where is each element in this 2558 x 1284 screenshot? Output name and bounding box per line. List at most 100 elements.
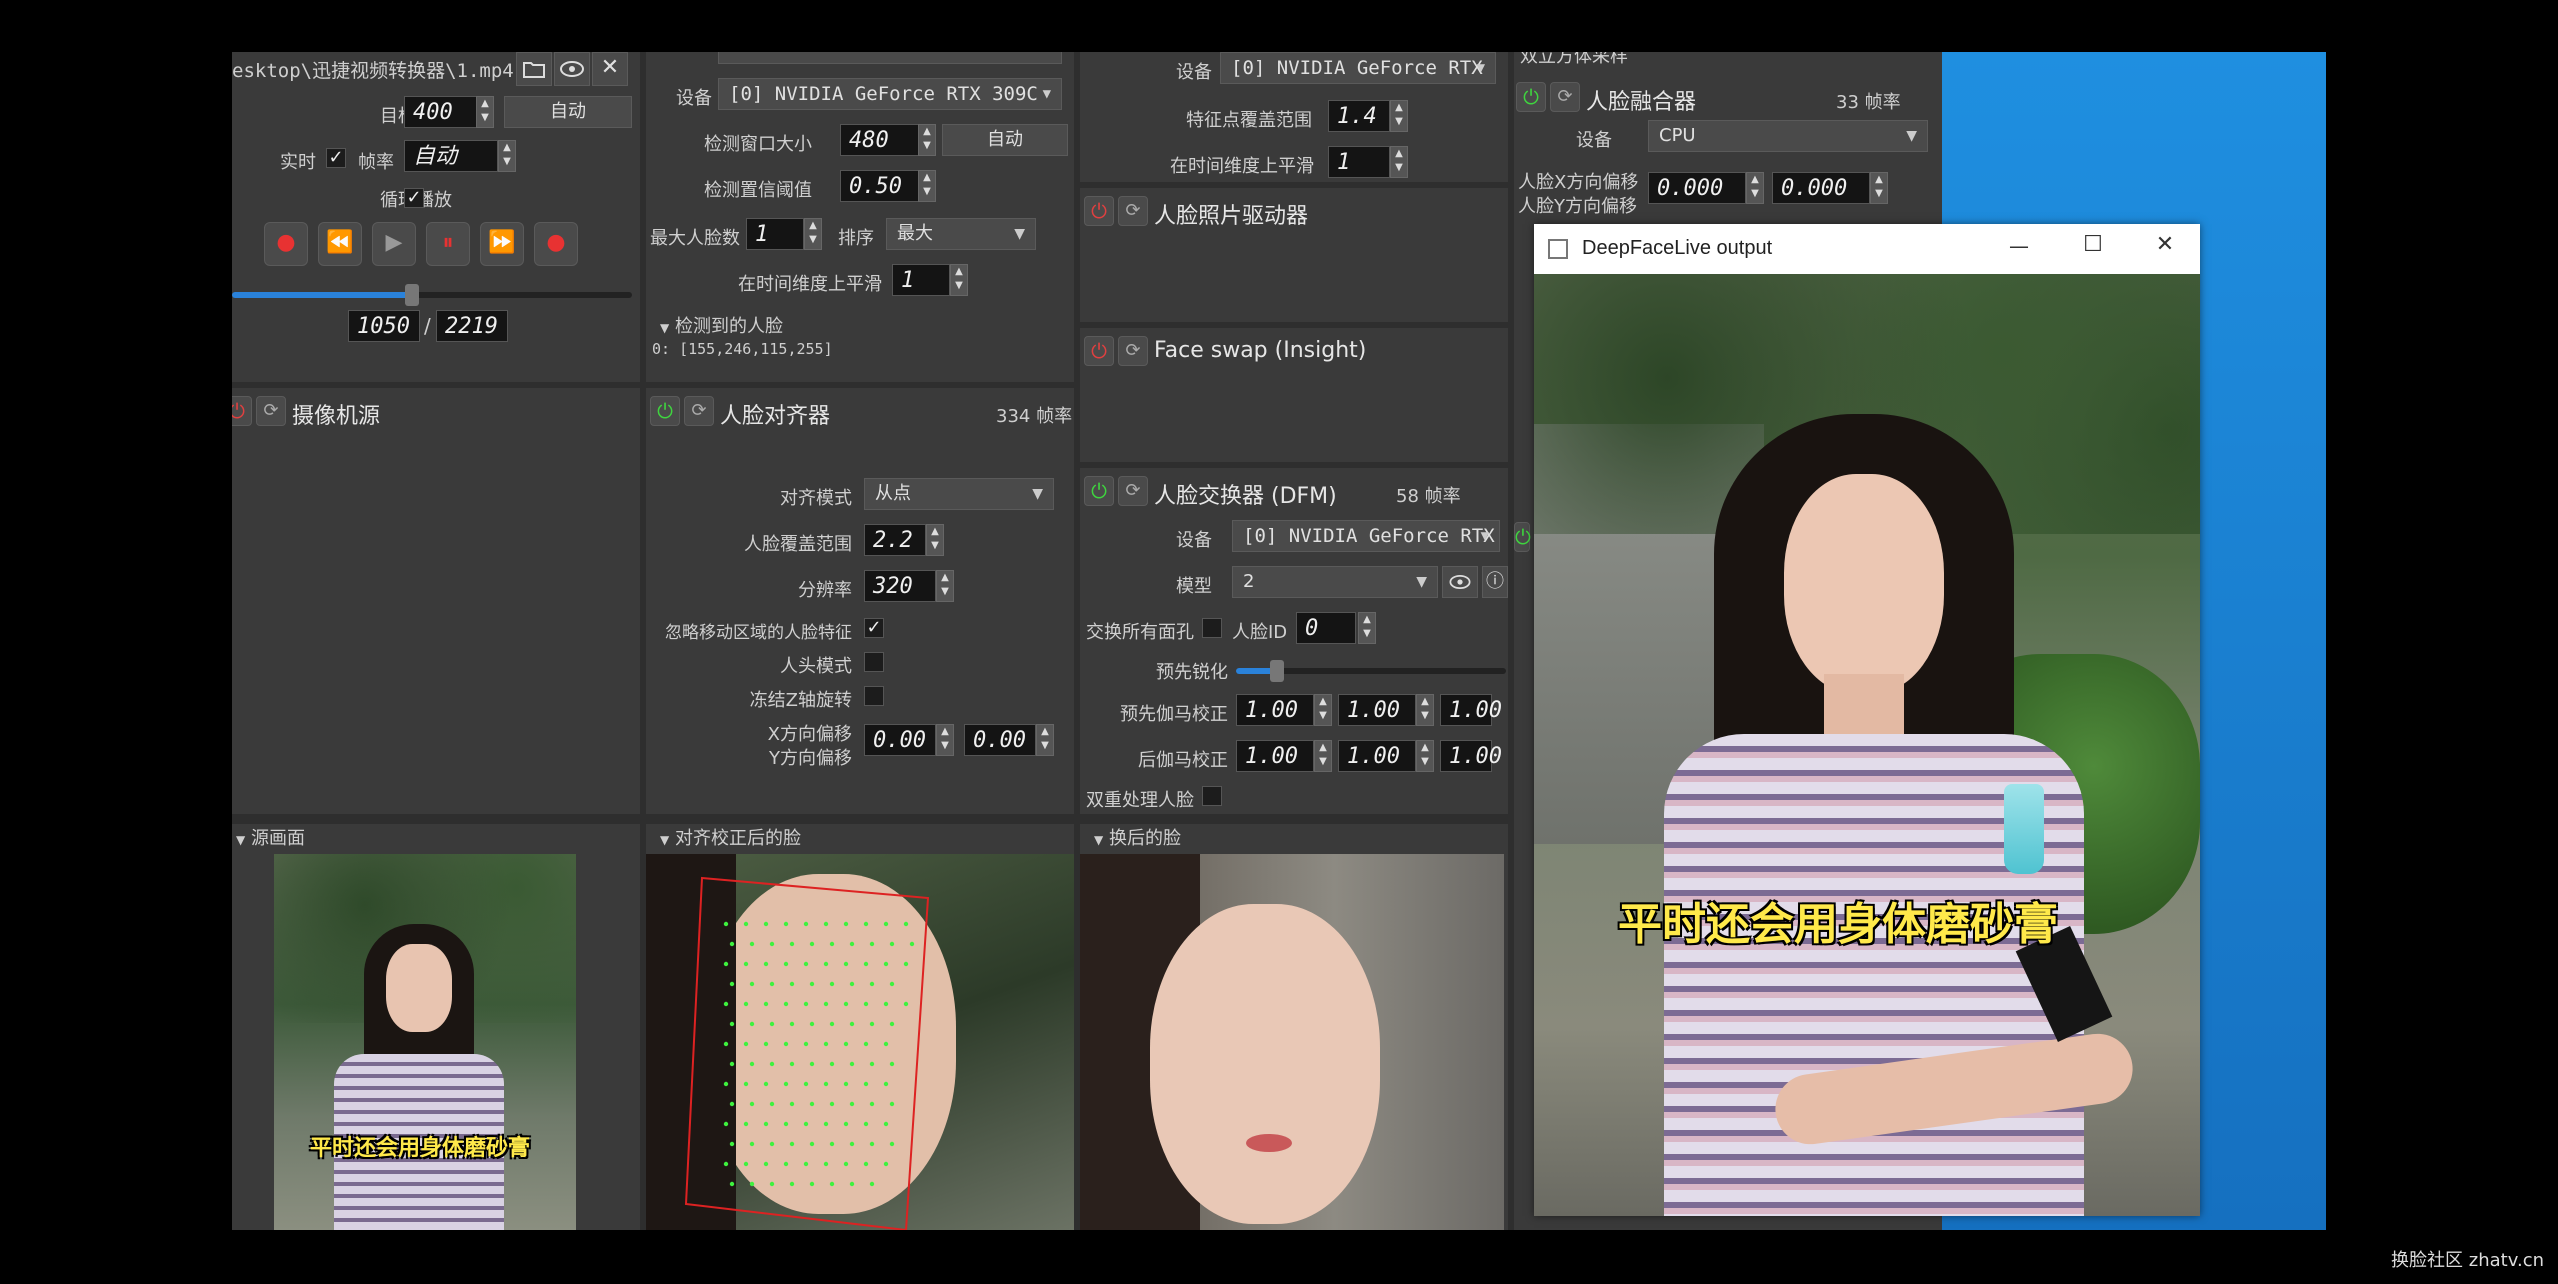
presharpen-label: 预先锐化 <box>1156 662 1228 683</box>
y-offset-input[interactable]: 0.00 <box>964 724 1036 756</box>
window-size-stepper[interactable]: ▲ ▼ <box>918 124 936 156</box>
resolution-input[interactable]: 320 <box>864 570 936 602</box>
head-mode-checkbox[interactable] <box>864 652 884 672</box>
play-button[interactable]: ▶ <box>372 222 416 266</box>
window-size-input[interactable]: 480 <box>840 124 920 156</box>
animator-reload-button[interactable]: ⟳ <box>1118 196 1148 226</box>
marker-coverage-stepper[interactable]: ▲ ▼ <box>1390 100 1408 132</box>
marker-smooth-input[interactable]: 1 <box>1328 146 1390 178</box>
maximize-button[interactable]: ☐ <box>2068 232 2118 257</box>
freeze-z-checkbox[interactable] <box>864 686 884 706</box>
minimize-button[interactable]: — <box>1994 234 2044 258</box>
playback-slider[interactable] <box>232 284 632 306</box>
two-pass-checkbox[interactable] <box>1202 786 1222 806</box>
coverage-input[interactable]: 2.2 <box>864 524 926 556</box>
next-node-power-button[interactable]: ⏻ <box>1514 522 1531 552</box>
presharpen-slider[interactable] <box>1236 660 1506 682</box>
dfm-reload-button[interactable]: ⟳ <box>1118 476 1148 506</box>
insight-reload-button[interactable]: ⟳ <box>1118 336 1148 366</box>
landmark-point <box>803 921 809 927</box>
max-faces-input[interactable]: 1 <box>746 218 804 250</box>
target-width-stepper[interactable]: ▲ ▼ <box>476 96 494 128</box>
merger-device-select[interactable]: CPU ▼ <box>1648 120 1928 152</box>
playback-handle[interactable] <box>405 284 419 306</box>
pre-gamma-r-stepper[interactable]: ▲ ▼ <box>1314 694 1332 726</box>
current-frame-input[interactable]: 1050 <box>348 310 420 342</box>
preview-toggle-button[interactable] <box>554 52 590 86</box>
pause-button[interactable]: ⏸ <box>426 222 470 266</box>
model-select[interactable]: 2 ▼ <box>1232 566 1438 598</box>
close-button[interactable]: ✕ <box>2140 232 2190 257</box>
landmark-point <box>869 1141 875 1147</box>
face-id-stepper[interactable]: ▲ ▼ <box>1358 612 1376 644</box>
face-id-input[interactable]: 0 <box>1296 612 1356 644</box>
realtime-checkbox[interactable]: ✓ <box>326 148 346 168</box>
fast-forward-button[interactable]: ⏩ <box>480 222 524 266</box>
rewind-button[interactable]: ⏪ <box>318 222 362 266</box>
aligner-reload-button[interactable]: ⟳ <box>684 396 714 426</box>
align-mode-select[interactable]: 从点 ▼ <box>864 478 1054 510</box>
insight-power-button[interactable]: ⏻ <box>1084 336 1114 366</box>
close-file-button[interactable]: ✕ <box>592 52 628 86</box>
swap-all-checkbox[interactable] <box>1202 618 1222 638</box>
fps-stepper[interactable]: ▲ ▼ <box>498 140 516 172</box>
merger-y-offset-input[interactable]: 0.000 <box>1772 172 1870 204</box>
pre-gamma-g-stepper[interactable]: ▲ ▼ <box>1416 694 1434 726</box>
loop-checkbox[interactable]: ✓ <box>404 188 424 208</box>
aligner-power-button[interactable]: ⏻ <box>650 396 680 426</box>
marker-smooth-stepper[interactable]: ▲ ▼ <box>1390 146 1408 178</box>
detector-smooth-stepper[interactable]: ▲ ▼ <box>950 264 968 296</box>
fps-input[interactable]: 自动 <box>404 140 498 172</box>
landmark-point <box>723 1081 729 1087</box>
post-gamma-g-input[interactable]: 1.00 <box>1338 740 1416 772</box>
post-gamma-g-stepper[interactable]: ▲ ▼ <box>1416 740 1434 772</box>
coverage-stepper[interactable]: ▲ ▼ <box>926 524 944 556</box>
target-width-input[interactable]: 400 <box>404 96 484 128</box>
landmark-point <box>883 1161 889 1167</box>
open-folder-button[interactable] <box>516 52 552 86</box>
merger-power-button[interactable]: ⏻ <box>1516 82 1546 112</box>
pre-gamma-g-input[interactable]: 1.00 <box>1338 694 1416 726</box>
landmark-point <box>749 981 755 987</box>
detector-smooth-input[interactable]: 1 <box>892 264 950 296</box>
camera-source-reload-button[interactable]: ⟳ <box>256 396 286 426</box>
merger-x-offset-stepper[interactable]: ▲ ▼ <box>1746 172 1764 204</box>
pre-gamma-b-input[interactable]: 1.00 <box>1440 694 1502 726</box>
resolution-stepper[interactable]: ▲ ▼ <box>936 570 954 602</box>
post-gamma-r-stepper[interactable]: ▲ ▼ <box>1314 740 1332 772</box>
post-gamma-r-input[interactable]: 1.00 <box>1236 740 1314 772</box>
marker-coverage-input[interactable]: 1.4 <box>1328 100 1390 132</box>
merger-y-offset-stepper[interactable]: ▲ ▼ <box>1870 172 1888 204</box>
threshold-stepper[interactable]: ▲ ▼ <box>918 170 936 202</box>
max-faces-stepper[interactable]: ▲ ▼ <box>804 218 822 250</box>
dfm-device-select[interactable]: [0] NVIDIA GeForce RTX ▼ <box>1232 520 1500 552</box>
x-offset-stepper[interactable]: ▲ ▼ <box>936 724 954 756</box>
animator-power-button[interactable]: ⏻ <box>1084 196 1114 226</box>
model-info-button[interactable]: ⓘ <box>1482 566 1508 598</box>
target-width-auto-button[interactable]: 自动 <box>504 96 632 128</box>
record-button[interactable]: ● <box>264 222 308 266</box>
landmark-point <box>843 1161 849 1167</box>
dfm-power-button[interactable]: ⏻ <box>1084 476 1114 506</box>
camera-source-power-button[interactable]: ⏻ <box>232 396 252 426</box>
merger-x-offset-label: 人脸X方向偏移 <box>1518 172 1639 193</box>
pre-gamma-r-input[interactable]: 1.00 <box>1236 694 1314 726</box>
sort-select[interactable]: 最大 ▼ <box>886 218 1036 250</box>
exclude-moving-checkbox[interactable]: ✓ <box>864 618 884 638</box>
stop-button[interactable]: ● <box>534 222 578 266</box>
landmark-point <box>763 961 769 967</box>
marker-device-select[interactable]: [0] NVIDIA GeForce RTX 3 ▼ <box>1220 52 1496 84</box>
x-offset-input[interactable]: 0.00 <box>864 724 936 756</box>
post-gamma-b-input[interactable]: 1.00 <box>1440 740 1502 772</box>
y-offset-stepper[interactable]: ▲ ▼ <box>1036 724 1054 756</box>
threshold-input[interactable]: 0.50 <box>840 170 920 202</box>
detector-device-select[interactable]: [0] NVIDIA GeForce RTX 309C ▼ <box>718 78 1062 110</box>
merger-x-offset-input[interactable]: 0.000 <box>1648 172 1746 204</box>
detector-device-top-select[interactable] <box>718 52 1062 64</box>
merger-reload-button[interactable]: ⟳ <box>1550 82 1580 112</box>
model-preview-button[interactable] <box>1442 566 1478 598</box>
window-size-auto-button[interactable]: 自动 <box>942 124 1068 156</box>
chevron-down-icon: ▼ <box>1480 528 1489 544</box>
presharpen-handle[interactable] <box>1269 660 1284 682</box>
landmark-point <box>769 1101 775 1107</box>
